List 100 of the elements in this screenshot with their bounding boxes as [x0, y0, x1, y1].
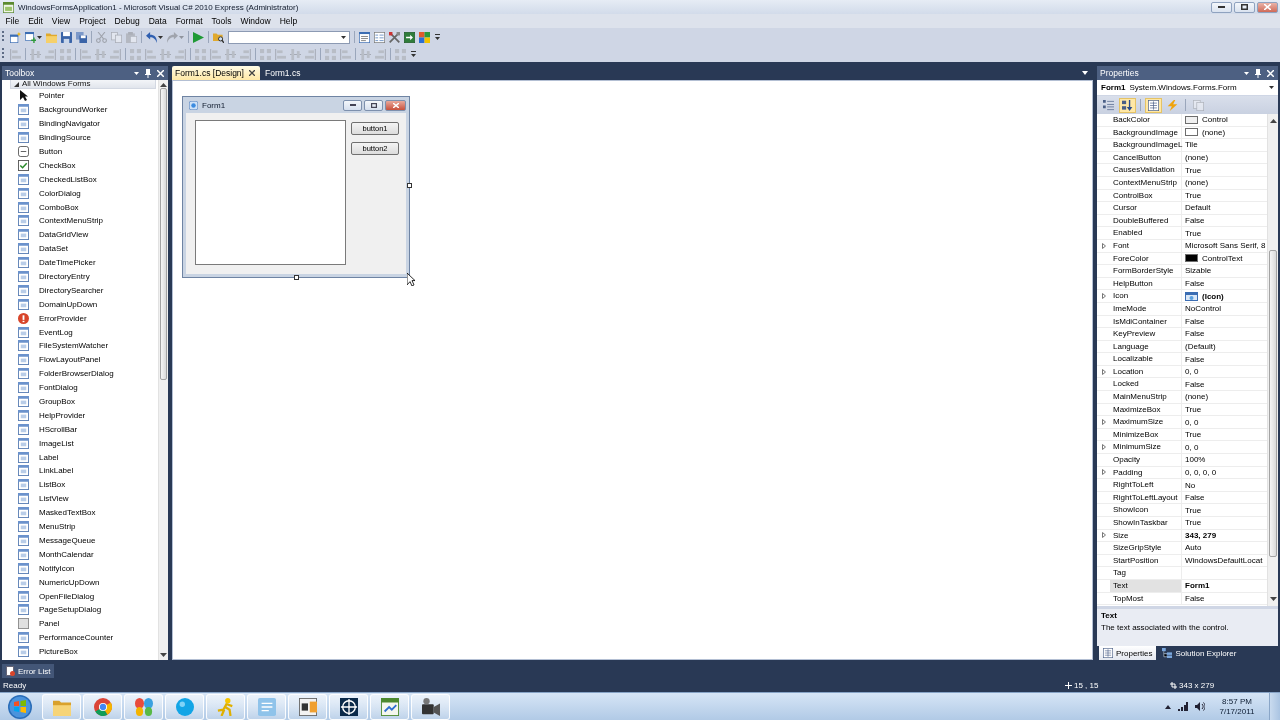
property-value[interactable]: False	[1185, 379, 1205, 389]
toolbox-item[interactable]: OpenFileDialog	[2, 589, 158, 603]
toolbox-item[interactable]: HelpProvider	[2, 408, 158, 423]
property-value[interactable]: 100%	[1185, 455, 1206, 465]
property-value[interactable]: Form1	[1185, 581, 1210, 591]
property-name[interactable]: MaximumSize	[1110, 416, 1182, 428]
property-name[interactable]: Tag	[1110, 567, 1182, 579]
property-name[interactable]: HelpButton	[1110, 277, 1182, 290]
toolbox-item[interactable]: ColorDialog	[2, 186, 158, 201]
toolbar-button[interactable]	[417, 29, 432, 45]
property-name[interactable]: ImeMode	[1110, 302, 1182, 315]
property-value[interactable]: (none)	[1185, 178, 1209, 188]
toolbox-item[interactable]: DirectoryEntry	[2, 269, 158, 284]
combo-field[interactable]	[228, 30, 350, 44]
toolbox-item[interactable]: ContextMenuStrip	[2, 214, 158, 228]
property-name[interactable]: FormBorderStyle	[1110, 265, 1182, 277]
toolbar-button[interactable]	[387, 29, 402, 45]
group-header[interactable]: All Windows Forms	[10, 80, 156, 89]
toolbox-item[interactable]: FolderBrowserDialog	[2, 366, 158, 381]
property-name[interactable]: CausesValidation	[1110, 164, 1182, 176]
property-value[interactable]: Default	[1185, 203, 1211, 213]
property-value[interactable]: (Icon)	[1202, 291, 1224, 301]
menu-item[interactable]: View	[47, 14, 75, 28]
property-name[interactable]: Locked	[1110, 378, 1182, 391]
property-name[interactable]: CancelButton	[1110, 151, 1182, 164]
property-value[interactable]: True	[1185, 228, 1202, 238]
property-value[interactable]: Auto	[1185, 543, 1202, 553]
taskbar-app-button[interactable]	[288, 693, 327, 720]
scrollbar-thumb[interactable]	[1269, 250, 1277, 557]
property-value[interactable]: (none)	[1185, 392, 1209, 402]
property-value[interactable]: (none)	[1185, 153, 1209, 163]
menu-item[interactable]: Project	[74, 14, 111, 28]
scrollbar-thumb[interactable]	[160, 88, 167, 380]
property-name[interactable]: Language	[1110, 340, 1182, 353]
resize-handle[interactable]	[294, 275, 299, 280]
property-value[interactable]: (none)	[1202, 127, 1226, 137]
property-name[interactable]: KeyPreview	[1110, 328, 1182, 340]
toolbox-item[interactable]: FlowLayoutPanel	[2, 352, 158, 367]
toolbox-item[interactable]: DirectorySearcher	[2, 283, 158, 298]
property-name[interactable]: ForeColor	[1110, 252, 1182, 265]
object-selector[interactable]: Form1 System.Windows.Forms.Form	[1097, 80, 1278, 96]
property-value[interactable]: False	[1185, 216, 1205, 226]
property-value[interactable]: No	[1185, 480, 1196, 490]
toolbar-button[interactable]	[1100, 97, 1117, 113]
toolbox-item[interactable]: Panel	[2, 616, 158, 631]
property-value[interactable]: False	[1185, 354, 1205, 364]
property-name[interactable]: ShowInTaskbar	[1110, 517, 1182, 529]
property-name[interactable]: IsMdiContainer	[1110, 315, 1182, 328]
auto-hide-tab[interactable]: Error List	[2, 664, 55, 678]
property-value[interactable]: True	[1185, 190, 1202, 200]
toolbar-button[interactable]	[74, 29, 89, 45]
toolbox-item[interactable]: BindingNavigator	[2, 116, 158, 131]
property-value[interactable]: True	[1185, 505, 1202, 515]
property-name[interactable]: Font	[1110, 239, 1182, 252]
property-name[interactable]: BackgroundImage	[1110, 126, 1182, 139]
property-name[interactable]: Localizable	[1110, 353, 1182, 365]
property-name[interactable]: SizeGripStyle	[1110, 542, 1182, 554]
toolbox-item[interactable]: ImageList	[2, 436, 158, 451]
toolbox-item[interactable]: LinkLabel	[2, 464, 158, 478]
menu-item[interactable]: File	[1, 14, 24, 28]
property-value[interactable]: False	[1185, 279, 1205, 288]
menu-item[interactable]: Format	[171, 14, 208, 28]
property-value[interactable]: Microsoft Sans Serif, 8	[1185, 241, 1266, 251]
toolbar-button[interactable]	[59, 29, 74, 45]
toolbox-item[interactable]: GroupBox	[2, 394, 158, 409]
property-name[interactable]: MinimumSize	[1110, 441, 1182, 454]
maximize-button[interactable]	[1234, 1, 1255, 13]
taskbar-app-button[interactable]	[411, 693, 450, 720]
toolbar-button[interactable]	[402, 29, 417, 45]
property-value[interactable]: 0, 0	[1185, 367, 1199, 377]
toolbar-button[interactable]	[1145, 97, 1162, 113]
property-name[interactable]: RightToLeftLayout	[1110, 491, 1182, 504]
property-value[interactable]: WindowsDefaultLocat	[1185, 556, 1263, 566]
property-value[interactable]: 0, 0, 0, 0	[1185, 467, 1217, 477]
toolbox-item[interactable]: MessageQueue	[2, 533, 158, 548]
toolbar-button[interactable]	[1119, 97, 1136, 113]
menu-item[interactable]: Tools	[207, 14, 236, 28]
property-name[interactable]: Location	[1110, 365, 1182, 378]
toolbox-item[interactable]: FontDialog	[2, 380, 158, 395]
property-value[interactable]: False	[1185, 316, 1205, 326]
property-name[interactable]: Size	[1110, 529, 1182, 542]
property-value[interactable]: False	[1185, 329, 1205, 339]
toolbox-item[interactable]: Button	[2, 144, 158, 159]
property-name[interactable]: Icon	[1110, 290, 1182, 302]
property-name[interactable]: StartPosition	[1110, 554, 1182, 567]
property-name[interactable]: BackColor	[1110, 114, 1182, 126]
toolbox-item[interactable]: CheckBox	[2, 158, 158, 173]
property-name[interactable]: MainMenuStrip	[1110, 391, 1182, 403]
toolbox-item[interactable]: DateTimePicker	[2, 255, 158, 270]
property-name[interactable]: ControlBox	[1110, 189, 1182, 202]
property-name[interactable]: RightToLeft	[1110, 479, 1182, 491]
list-box[interactable]	[195, 120, 346, 265]
taskbar-app-button[interactable]	[329, 693, 368, 720]
minimize-button[interactable]	[1211, 1, 1232, 13]
property-name[interactable]: Padding	[1110, 466, 1182, 479]
property-value[interactable]: Control	[1202, 115, 1228, 125]
toolbox-item[interactable]: DataGridView	[2, 227, 158, 242]
property-value[interactable]: True	[1185, 165, 1202, 175]
menu-item[interactable]: Data	[144, 14, 172, 28]
property-name[interactable]: Cursor	[1110, 202, 1182, 214]
